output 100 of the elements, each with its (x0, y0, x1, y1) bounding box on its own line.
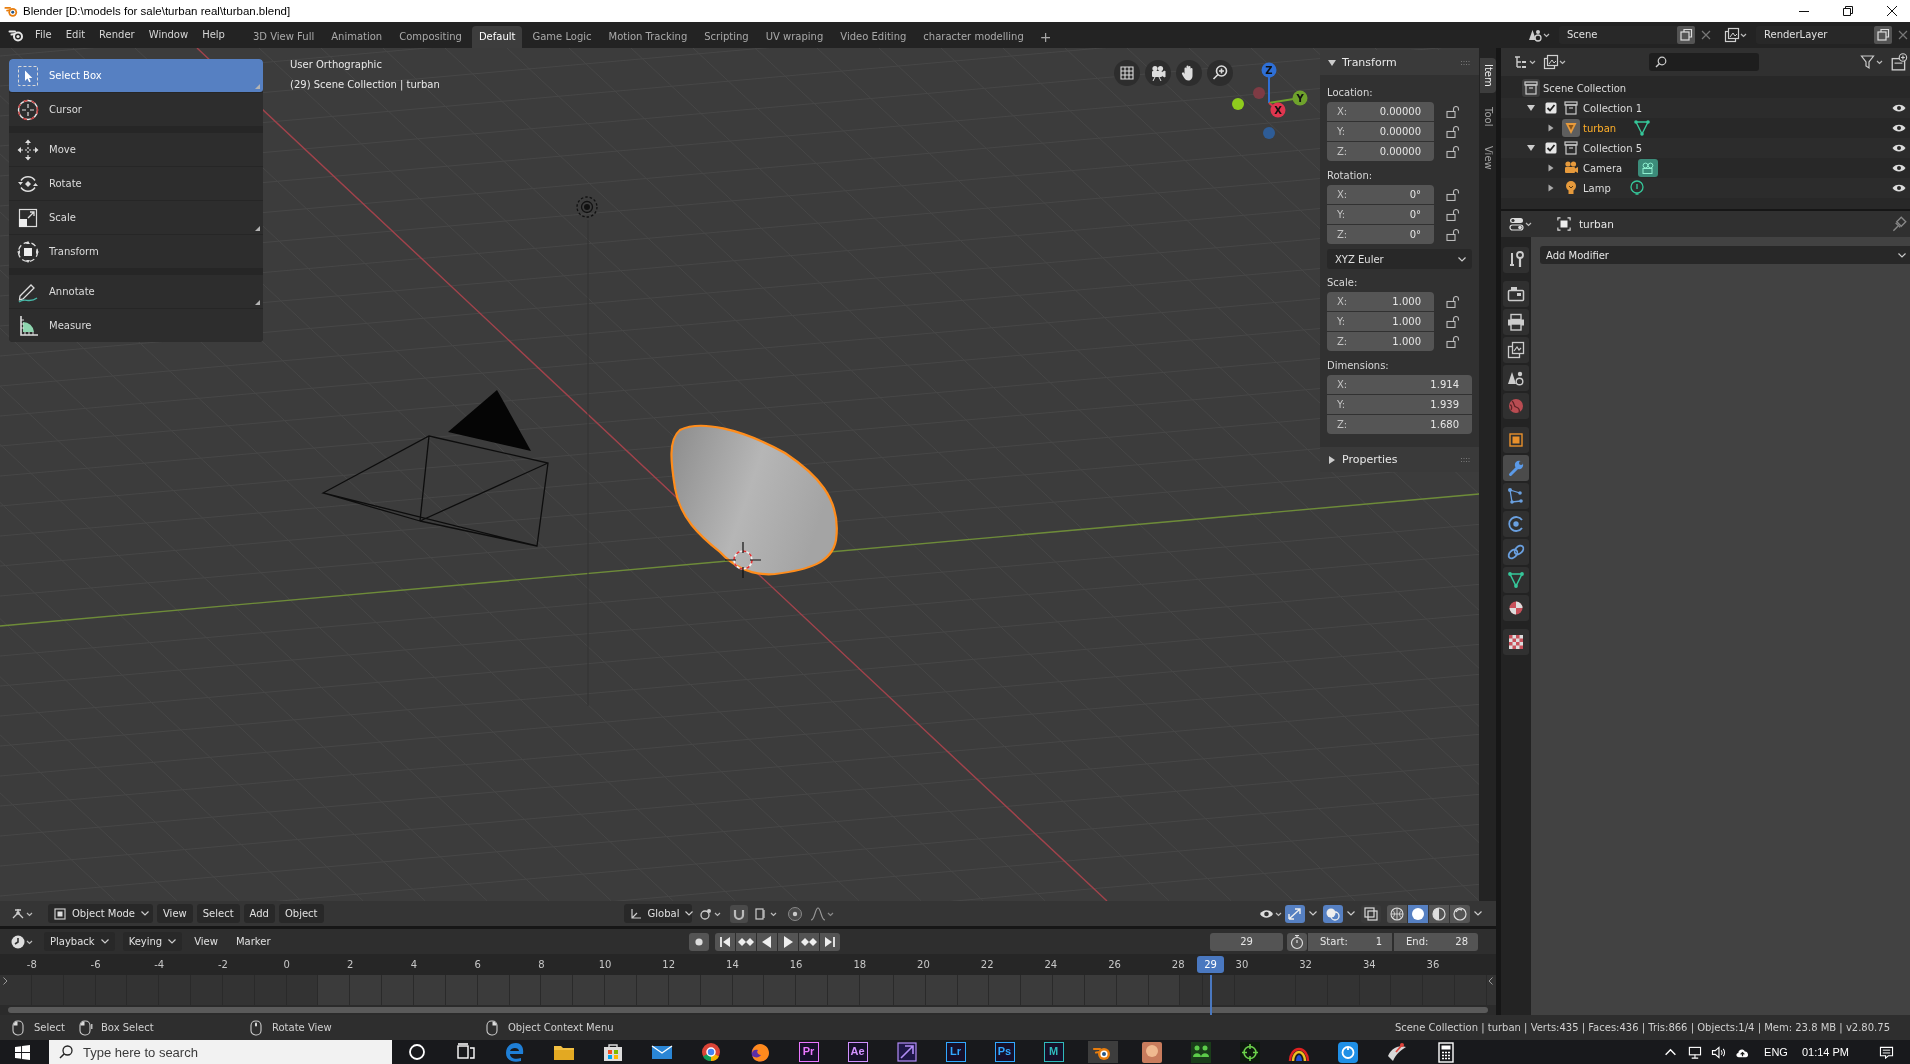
restore-icon[interactable] (1843, 6, 1853, 16)
number-field[interactable]: Y: 0.00000 (1327, 122, 1434, 141)
falloff-curve-icon[interactable] (809, 905, 836, 922)
menu-dropdown[interactable]: Playback (44, 932, 115, 951)
scene-shapes-icon[interactable] (1503, 365, 1529, 391)
eye-icon[interactable] (1892, 103, 1906, 113)
scrollbar-thumb[interactable] (8, 1007, 1488, 1013)
render-camera-icon[interactable] (1503, 281, 1529, 307)
previous-keyframe-icon[interactable] (735, 932, 756, 951)
blender-logo-icon[interactable] (1087, 1041, 1118, 1063)
scene-field[interactable]: Scene (1559, 26, 1677, 44)
object-square-icon[interactable] (1503, 427, 1529, 453)
open-padlock-icon[interactable] (1446, 105, 1460, 118)
add-modifier-dropdown[interactable]: Add Modifier (1540, 246, 1910, 264)
menu-item[interactable]: File (28, 25, 59, 45)
outliner-item[interactable]: Collection 5 (1583, 142, 1642, 154)
image-stack-icon[interactable] (1503, 337, 1529, 363)
network-icon[interactable] (1687, 1045, 1703, 1059)
wrench-icon[interactable] (1503, 455, 1529, 481)
mesh-data-icon[interactable] (1632, 119, 1653, 137)
menu-dropdown[interactable]: Keying (122, 932, 183, 951)
orientation-dropdown[interactable]: Global (623, 904, 692, 923)
open-padlock-icon[interactable] (1446, 145, 1460, 158)
open-padlock-icon[interactable] (1446, 188, 1460, 201)
workspace-tab[interactable]: Scripting (697, 26, 756, 48)
checkbox[interactable] (1545, 102, 1557, 114)
menu-item[interactable]: View (188, 932, 224, 951)
chevron-left-icon[interactable] (1488, 977, 1493, 985)
app-logo[interactable]: Pr (798, 1042, 819, 1062)
drag-handle-icon[interactable] (1460, 59, 1472, 66)
triangle-mesh-icon[interactable] (1503, 567, 1529, 593)
workspace-tab[interactable]: Motion Tracking (601, 26, 695, 48)
gizmo-toggle-icon[interactable] (1285, 904, 1305, 923)
menu-item[interactable]: Help (195, 25, 232, 45)
workspace-tab[interactable]: Animation (324, 26, 390, 48)
current-frame-field[interactable]: 29 (1210, 932, 1283, 951)
panel-header[interactable]: Transform (1320, 50, 1479, 75)
outliner-item[interactable]: Collection 1 (1583, 102, 1642, 114)
end-frame-field[interactable]: End: 28 (1394, 932, 1478, 951)
drag-handle-icon[interactable] (1460, 456, 1472, 463)
proportional-edit-icon[interactable] (785, 904, 804, 923)
mode-dropdown[interactable]: Object Mode (48, 904, 153, 923)
tool-button[interactable]: Scale (9, 201, 263, 234)
eye-icon[interactable] (1892, 123, 1906, 133)
eye-icon[interactable] (1892, 143, 1906, 153)
record-icon[interactable] (688, 932, 709, 951)
workspace-tab[interactable]: Compositing (392, 26, 469, 48)
zoom-icon[interactable] (1207, 60, 1233, 86)
material-shading-icon[interactable] (1429, 904, 1449, 923)
number-field[interactable]: X: 1.000 (1327, 292, 1434, 311)
number-field[interactable]: X: 1.914 (1327, 375, 1472, 394)
workspace-tab[interactable]: 3D View Full (245, 26, 322, 48)
workspace-tab[interactable]: UV wraping (758, 26, 831, 48)
outliner-item[interactable]: Lamp (1583, 182, 1611, 194)
play-icon[interactable] (777, 932, 798, 951)
menu-item[interactable]: Marker (229, 932, 277, 951)
clock-time[interactable]: 01:14 PM (1801, 1046, 1849, 1058)
search-field[interactable] (1649, 53, 1759, 71)
open-padlock-icon[interactable] (1446, 228, 1460, 241)
tool-settings-icon[interactable] (1503, 247, 1529, 273)
checkerboard-icon[interactable] (1503, 629, 1529, 655)
expanded-arrow-icon[interactable] (1527, 144, 1535, 152)
notification-icon[interactable] (1879, 1045, 1894, 1059)
sidebar-tab[interactable]: Tool (1479, 100, 1496, 133)
grid-view-icon[interactable] (1114, 60, 1140, 86)
xray-toggle-icon[interactable] (1361, 904, 1381, 923)
close-icon[interactable] (1887, 6, 1897, 16)
camera-data-icon[interactable] (1638, 159, 1659, 177)
tool-button[interactable]: Select Box (9, 59, 263, 92)
navigation-gizmo[interactable]: X Y Z (1228, 56, 1312, 142)
app-logo[interactable]: Ae (847, 1042, 868, 1062)
printer-icon[interactable] (1503, 309, 1529, 335)
orbit-icon[interactable] (1503, 511, 1529, 537)
stopwatch-icon[interactable] (1287, 932, 1307, 951)
number-field[interactable]: Z: 1.000 (1327, 332, 1434, 351)
outliner-item[interactable]: Scene Collection (1543, 82, 1627, 94)
tool-button[interactable]: Transform (9, 235, 263, 268)
number-field[interactable]: Y: 0° (1327, 205, 1434, 224)
overlays-toggle-icon[interactable] (1323, 904, 1343, 923)
number-field[interactable]: Z: 1.680 (1327, 415, 1472, 434)
menu-item[interactable]: Edit (58, 25, 93, 45)
current-frame-marker[interactable]: 29 (1197, 956, 1224, 973)
workspace-tab[interactable]: character modelling (916, 26, 1031, 48)
workspace-tab[interactable]: Game Logic (525, 26, 599, 48)
menu-item[interactable]: Render (92, 25, 142, 45)
sidebar-tab[interactable]: View (1479, 140, 1496, 176)
collapsed-arrow-icon[interactable] (1547, 124, 1555, 132)
app-logo[interactable]: M (1043, 1042, 1064, 1062)
start-frame-field[interactable]: Start: 1 (1308, 932, 1392, 951)
solid-shading-icon[interactable] (1408, 904, 1428, 923)
workspace-tab[interactable]: Default (471, 26, 523, 48)
outliner-item[interactable]: Camera (1583, 162, 1623, 174)
menu-item[interactable]: View (157, 904, 193, 923)
open-padlock-icon[interactable] (1446, 315, 1460, 328)
menu-item[interactable]: Select (196, 904, 240, 923)
tool-button[interactable]: Measure (9, 309, 263, 342)
expanded-arrow-icon[interactable] (1527, 104, 1535, 112)
open-padlock-icon[interactable] (1446, 208, 1460, 221)
eye-icon[interactable] (1892, 163, 1906, 173)
camera-view-icon[interactable] (1145, 60, 1171, 86)
